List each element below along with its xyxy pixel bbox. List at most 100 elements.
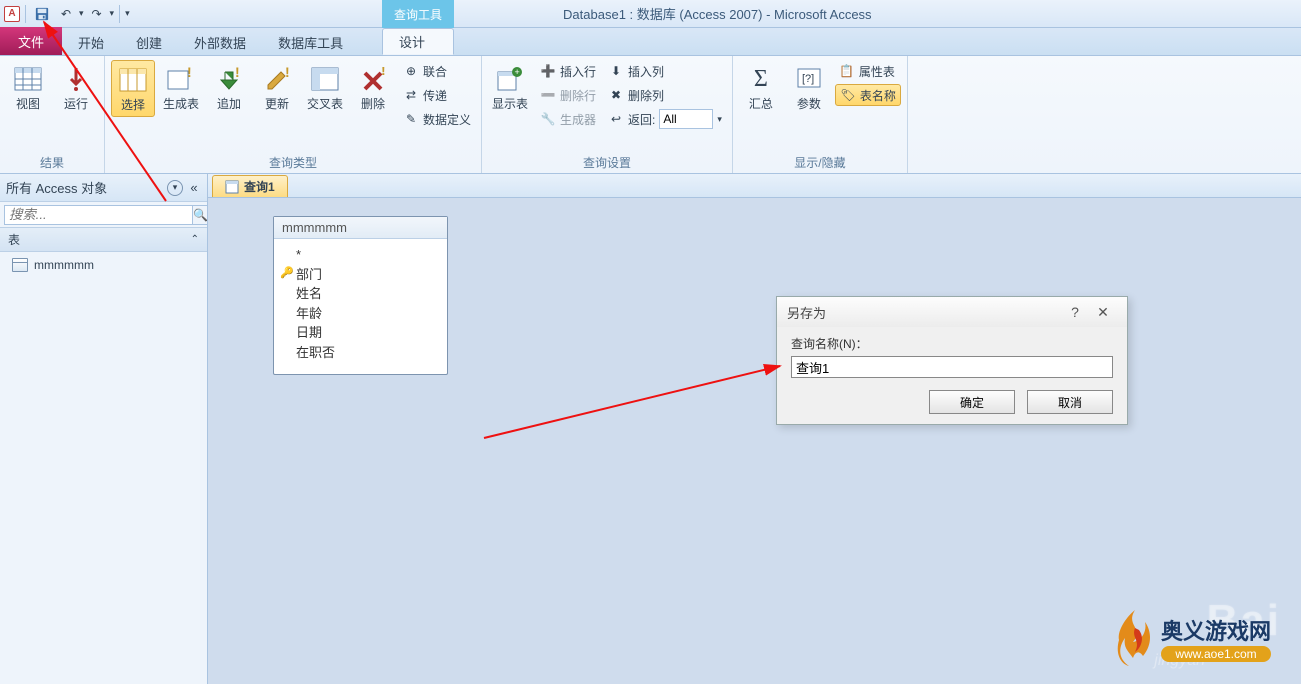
select-query-icon (118, 65, 148, 95)
main-area: 所有 Access 对象 ▾ « 🔍 表⌃ mmmmmm 查询1 mmmmmm (0, 174, 1301, 684)
select-query-button[interactable]: 选择 (111, 60, 155, 117)
showtable-button[interactable]: + 显示表 (488, 60, 532, 115)
delete-button[interactable]: ! 删除 (351, 60, 395, 115)
ribbon-group-setup: + 显示表 ➕插入行 ➖删除行 🔧生成器 ⬇插入列 ✖删除列 ↩ 返回: ▾ 查… (482, 56, 733, 173)
table-field-list[interactable]: mmmmmm * 🔑部门 姓名 年龄 日期 在职否 (273, 216, 448, 375)
append-button[interactable]: ! 追加 (207, 60, 251, 115)
context-tab-group: 查询工具 设计 (382, 0, 454, 56)
ribbon: 视图 运行 结果 选择 ! 生成表 ! 追加 ! (0, 56, 1301, 174)
svg-text:[?]: [?] (802, 73, 814, 85)
field-item[interactable]: 在职否 (296, 343, 437, 363)
tab-home[interactable]: 开始 (62, 29, 120, 55)
dialog-help-icon[interactable]: ? (1061, 302, 1089, 322)
nav-header[interactable]: 所有 Access 对象 ▾ « (0, 174, 207, 202)
query-name-input[interactable] (791, 356, 1113, 378)
update-icon: ! (262, 64, 292, 94)
propsheet-button[interactable]: 📋属性表 (835, 60, 901, 82)
svg-text:!: ! (381, 67, 386, 78)
context-tab-label: 查询工具 (382, 0, 454, 28)
save-button[interactable] (31, 3, 53, 25)
field-item[interactable]: 年龄 (296, 304, 437, 324)
return-icon: ↩ (608, 111, 624, 127)
deleterow-button[interactable]: ➖删除行 (536, 84, 600, 106)
dropdown-icon[interactable]: ▾ (717, 114, 722, 125)
svg-text:!: ! (187, 67, 192, 80)
qat-customize-icon[interactable]: ▾ (125, 8, 130, 19)
site-url: www.aoe1.com (1161, 646, 1271, 662)
table-field-list-body: * 🔑部门 姓名 年龄 日期 在职否 (274, 239, 447, 374)
search-icon[interactable]: 🔍 (193, 205, 209, 225)
doc-tab-query1[interactable]: 查询1 (212, 175, 288, 197)
search-input[interactable] (4, 205, 193, 225)
ribbon-group-querytype: 选择 ! 生成表 ! 追加 ! 更新 交叉表 ! 删除 (105, 56, 482, 173)
deletecol-button[interactable]: ✖删除列 (604, 84, 726, 106)
query-name-label: 查询名称(N)： (791, 335, 1113, 352)
insertcol-button[interactable]: ⬇插入列 (604, 60, 726, 82)
deletecol-icon: ✖ (608, 87, 624, 103)
tab-file[interactable]: 文件 (0, 27, 62, 55)
insertcol-icon: ⬇ (608, 63, 624, 79)
insertrow-icon: ➕ (540, 63, 556, 79)
maketable-button[interactable]: ! 生成表 (159, 60, 203, 115)
view-button[interactable]: 视图 (6, 60, 50, 115)
passthrough-icon: ⇄ (403, 87, 419, 103)
totals-button[interactable]: Σ 汇总 (739, 60, 783, 115)
tab-create[interactable]: 创建 (120, 29, 178, 55)
return-input[interactable] (659, 109, 713, 129)
field-item[interactable]: 姓名 (296, 284, 437, 304)
redo-button[interactable]: ↷ (86, 3, 108, 25)
site-brand: 奥义游戏网 www.aoe1.com (1115, 598, 1295, 678)
flame-icon (1115, 608, 1155, 668)
cancel-button[interactable]: 取消 (1027, 390, 1113, 414)
ribbon-group-results: 视图 运行 结果 (0, 56, 105, 173)
tab-design[interactable]: 设计 (382, 28, 454, 55)
passthrough-button[interactable]: ⇄传递 (399, 84, 475, 106)
dialog-close-icon[interactable]: ✕ (1089, 302, 1117, 322)
document-tabs: 查询1 (208, 174, 1301, 198)
dialog-titlebar[interactable]: 另存为 ? ✕ (777, 297, 1127, 327)
crosstab-icon (310, 64, 340, 94)
nav-shutter-icon[interactable]: « (187, 177, 201, 199)
nav-search: 🔍 (0, 202, 207, 228)
field-item[interactable]: 🔑部门 (296, 265, 437, 285)
field-item[interactable]: * (296, 245, 437, 265)
quick-access-toolbar: A ↶ ▾ ↷ ▾ ▾ (0, 3, 134, 25)
tablenames-icon: 🏷 (840, 87, 856, 103)
params-button[interactable]: [?] 参数 (787, 60, 831, 115)
tab-external-data[interactable]: 外部数据 (178, 29, 262, 55)
collapse-icon: ⌃ (191, 234, 199, 245)
datasheet-icon (13, 64, 43, 94)
datadef-icon: ✎ (403, 111, 419, 127)
separator (119, 5, 120, 23)
showtable-icon: + (495, 64, 525, 94)
run-button[interactable]: 运行 (54, 60, 98, 115)
undo-button[interactable]: ↶ (55, 3, 77, 25)
nav-filter-icon[interactable]: ▾ (167, 180, 183, 196)
tab-database-tools[interactable]: 数据库工具 (262, 29, 359, 55)
tablenames-button[interactable]: 🏷表名称 (835, 84, 901, 106)
primary-key-icon: 🔑 (280, 265, 294, 282)
svg-text:!: ! (235, 67, 240, 80)
redo-dropdown-icon[interactable]: ▾ (110, 8, 115, 19)
insertrow-button[interactable]: ➕插入行 (536, 60, 600, 82)
undo-dropdown-icon[interactable]: ▾ (79, 8, 84, 19)
delete-icon: ! (358, 64, 388, 94)
ok-button[interactable]: 确定 (929, 390, 1015, 414)
nav-group-tables[interactable]: 表⌃ (0, 228, 207, 252)
union-button[interactable]: ⊕联合 (399, 60, 475, 82)
update-button[interactable]: ! 更新 (255, 60, 299, 115)
access-app-icon[interactable]: A (4, 6, 20, 22)
separator (25, 5, 26, 23)
nav-item-table[interactable]: mmmmmm (0, 252, 207, 278)
field-item[interactable]: 日期 (296, 323, 437, 343)
run-icon (61, 64, 91, 94)
navigation-pane: 所有 Access 对象 ▾ « 🔍 表⌃ mmmmmm (0, 174, 208, 684)
builder-button[interactable]: 🔧生成器 (536, 108, 600, 130)
datadef-button[interactable]: ✎数据定义 (399, 108, 475, 130)
crosstab-button[interactable]: 交叉表 (303, 60, 347, 115)
table-icon (12, 258, 28, 272)
svg-text:!: ! (285, 67, 290, 80)
builder-icon: 🔧 (540, 111, 556, 127)
propsheet-icon: 📋 (839, 63, 855, 79)
save-as-dialog: 另存为 ? ✕ 查询名称(N)： 确定 取消 (776, 296, 1128, 425)
